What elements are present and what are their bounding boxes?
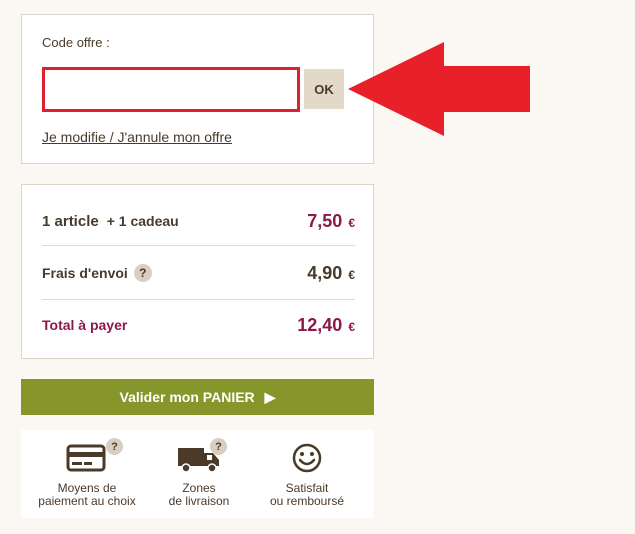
reassurance-panel: ? Moyens de paiement au choix ? Zones de… [21,430,374,518]
order-summary-card: 1 article + 1 cadeau 7,50 € Frais d'envo… [21,184,374,359]
modify-offer-link[interactable]: Je modifie / J'annule mon offre [42,129,232,145]
total-row: Total à payer 12,40 € [42,311,355,339]
validate-cart-button[interactable]: Valider mon PANIER ▶ [21,379,374,415]
shipping-label: Frais d'envoi [42,265,128,281]
payment-line2: paiement au choix [38,494,136,508]
red-arrow-annotation [348,42,530,136]
gift-label: + 1 cadeau [106,213,179,229]
shipping-amount-value: 4,90 [307,262,343,283]
satisfaction-item[interactable]: Satisfait ou remboursé [247,438,367,508]
currency-symbol: € [348,215,355,230]
total-amount: 12,40 € [297,315,355,336]
promo-code-input[interactable] [42,67,300,112]
promo-ok-button[interactable]: OK [304,69,344,109]
delivery-help-icon[interactable]: ? [210,438,227,455]
payment-methods-item[interactable]: ? Moyens de paiement au choix [27,438,147,508]
promo-code-card: Code offre : OK Je modifie / J'annule mo… [21,14,374,164]
divider [42,245,355,246]
credit-card-icon: ? [27,438,147,478]
delivery-truck-icon: ? [139,438,259,478]
shipping-amount: 4,90 € [307,263,355,284]
articles-amount-value: 7,50 [307,210,343,231]
currency-symbol: € [348,267,355,282]
delivery-line2: de livraison [168,494,230,508]
currency-symbol: € [348,319,355,334]
play-arrow-icon: ▶ [264,388,276,405]
shipping-help-icon[interactable]: ? [133,264,152,282]
satisfaction-line2: ou remboursé [269,494,345,508]
total-amount-value: 12,40 [297,314,343,335]
shipping-row: Frais d'envoi ? 4,90 € [42,259,355,287]
promo-code-label: Code offre : [42,35,110,50]
delivery-zones-item[interactable]: ? Zones de livraison [139,438,259,508]
divider [42,299,355,300]
articles-label: 1 article [42,212,99,230]
smiley-icon [247,438,367,478]
payment-help-icon[interactable]: ? [106,438,123,455]
validate-cart-label: Valider mon PANIER [119,389,255,405]
articles-row: 1 article + 1 cadeau 7,50 € [42,207,355,235]
total-label: Total à payer [42,317,128,333]
articles-amount: 7,50 € [307,211,355,232]
